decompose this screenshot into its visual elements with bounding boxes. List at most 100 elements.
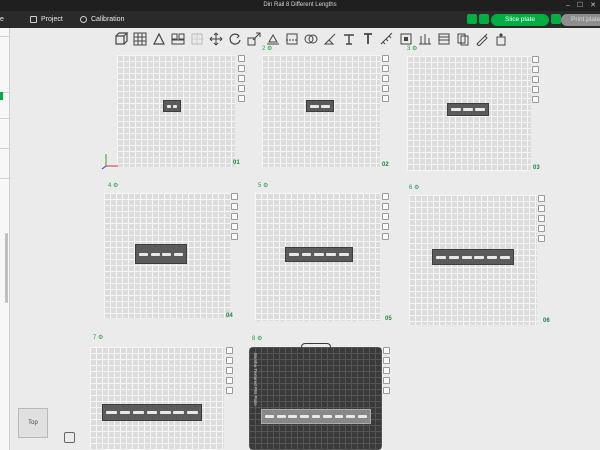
plate-close-icon[interactable] [382, 55, 389, 62]
plate-orient-icon[interactable] [238, 75, 245, 82]
din-rail-model[interactable] [102, 404, 202, 421]
din-rail-model[interactable] [261, 409, 371, 424]
paint-icon[interactable] [321, 31, 338, 48]
grid-icon[interactable] [131, 31, 148, 48]
plate-lock-icon[interactable] [382, 223, 389, 230]
plate-orient-icon[interactable] [231, 213, 238, 220]
plate-orient-icon[interactable] [532, 76, 539, 83]
rail-slot [326, 253, 337, 256]
boolean-icon[interactable] [302, 31, 319, 48]
plate-close-icon[interactable] [238, 55, 245, 62]
din-rail-model[interactable] [135, 244, 187, 264]
plate-orient-icon[interactable] [382, 75, 389, 82]
plate-orient-icon[interactable] [383, 367, 390, 374]
plate-arrange-icon[interactable] [226, 357, 233, 364]
plate-settings-tag[interactable]: 2 ⚙ [262, 45, 272, 52]
plate-settings-icon[interactable] [238, 95, 245, 102]
plate-close-icon[interactable] [532, 56, 539, 63]
plate-orient-icon[interactable] [538, 215, 545, 222]
plate-arrange-icon[interactable] [383, 357, 390, 364]
plate-arrange-icon[interactable] [538, 205, 545, 212]
plate-settings-tag[interactable]: 7 ⚙ [93, 334, 103, 341]
plate-lock-icon[interactable] [238, 85, 245, 92]
text-icon[interactable] [359, 31, 376, 48]
plate-settings-tag[interactable]: 4 ⚙ [108, 182, 118, 189]
plate-orient-icon[interactable] [382, 213, 389, 220]
plate-arrange-icon[interactable] [238, 65, 245, 72]
plate-arrange-icon[interactable] [382, 65, 389, 72]
rail-slot [486, 255, 497, 259]
move-icon[interactable] [207, 31, 224, 48]
build-plate-8[interactable] [249, 347, 382, 450]
plate-handle [301, 343, 331, 349]
orient-icon[interactable] [150, 31, 167, 48]
plate-close-icon[interactable] [382, 193, 389, 200]
plate-close-icon[interactable] [231, 193, 238, 200]
plate-settings-tag[interactable]: 5 ⚙ [258, 182, 268, 189]
plate-lock-icon[interactable] [382, 85, 389, 92]
plate-lock-icon[interactable] [231, 223, 238, 230]
plate-lock-icon[interactable] [532, 86, 539, 93]
plate-settings-icon[interactable] [231, 233, 238, 240]
din-rail-model[interactable] [163, 100, 181, 112]
rotate-icon[interactable] [226, 31, 243, 48]
arrange-icon[interactable] [169, 31, 186, 48]
sidebar-divider [0, 148, 9, 149]
build-plate-7[interactable] [90, 347, 224, 450]
support-icon[interactable] [416, 31, 433, 48]
plate-settings-icon[interactable] [538, 235, 545, 242]
plate-settings-icon[interactable] [226, 387, 233, 394]
plate-settings-tag[interactable]: 8 ⚙ [252, 335, 262, 342]
plate-settings-icon[interactable] [382, 95, 389, 102]
plate-arrange-icon[interactable] [382, 203, 389, 210]
rail-slot [167, 104, 171, 108]
tab-project[interactable]: Project [30, 11, 63, 28]
plate-settings-icon[interactable] [383, 387, 390, 394]
plate-close-icon[interactable] [383, 347, 390, 354]
tab-calibration[interactable]: Calibration [80, 11, 124, 28]
cut-icon[interactable] [283, 31, 300, 48]
scale-icon[interactable] [245, 31, 262, 48]
print-plate-button[interactable]: Print plate [561, 14, 600, 26]
plate-close-icon[interactable] [538, 195, 545, 202]
plate-settings-icon[interactable] [382, 233, 389, 240]
din-rail-model[interactable] [306, 100, 334, 112]
close-button[interactable]: ✕ [590, 0, 596, 11]
din-rail-model[interactable] [285, 247, 353, 262]
maximize-button[interactable]: ☐ [577, 0, 583, 11]
tab-prepare[interactable]: e [0, 11, 4, 28]
variable-layer-icon[interactable] [435, 31, 452, 48]
split-icon[interactable] [188, 31, 205, 48]
plate-arrange-icon[interactable] [231, 203, 238, 210]
plate-lock-icon[interactable] [226, 377, 233, 384]
height-range-icon[interactable] [454, 31, 471, 48]
fit-view-icon[interactable] [64, 432, 75, 443]
view-cube[interactable]: Top [18, 408, 48, 438]
rail-slot [334, 415, 344, 418]
brush-icon[interactable] [473, 31, 490, 48]
plate-arrange-icon[interactable] [532, 66, 539, 73]
window-controls: – ☐ ✕ [566, 0, 596, 11]
plate-settings-tag[interactable]: 3 ⚙ [407, 45, 417, 52]
plate-close-icon[interactable] [226, 347, 233, 354]
plate-settings-tag[interactable]: 6 ⚙ [409, 184, 419, 191]
measure-icon[interactable] [378, 31, 395, 48]
plate-orient-icon[interactable] [226, 367, 233, 374]
sync-icon[interactable] [479, 14, 489, 24]
sidebar-accent [0, 92, 3, 100]
slice-plate-button[interactable]: Slice plate [491, 14, 549, 26]
plate-settings-icon[interactable] [532, 96, 539, 103]
add-cube-icon[interactable] [112, 31, 129, 48]
sidebar-scrollbar[interactable] [5, 233, 8, 303]
left-sidebar [0, 28, 10, 450]
plate-lock-icon[interactable] [538, 225, 545, 232]
plate-lock-icon[interactable] [383, 377, 390, 384]
seam-icon[interactable] [340, 31, 357, 48]
slice-dropdown-icon[interactable] [551, 14, 561, 24]
minimize-button[interactable]: – [566, 0, 570, 11]
view-icon[interactable] [492, 31, 509, 48]
save-icon[interactable] [467, 14, 477, 24]
din-rail-model[interactable] [432, 249, 514, 265]
din-rail-model[interactable] [447, 103, 489, 116]
rail-slot [276, 415, 286, 418]
